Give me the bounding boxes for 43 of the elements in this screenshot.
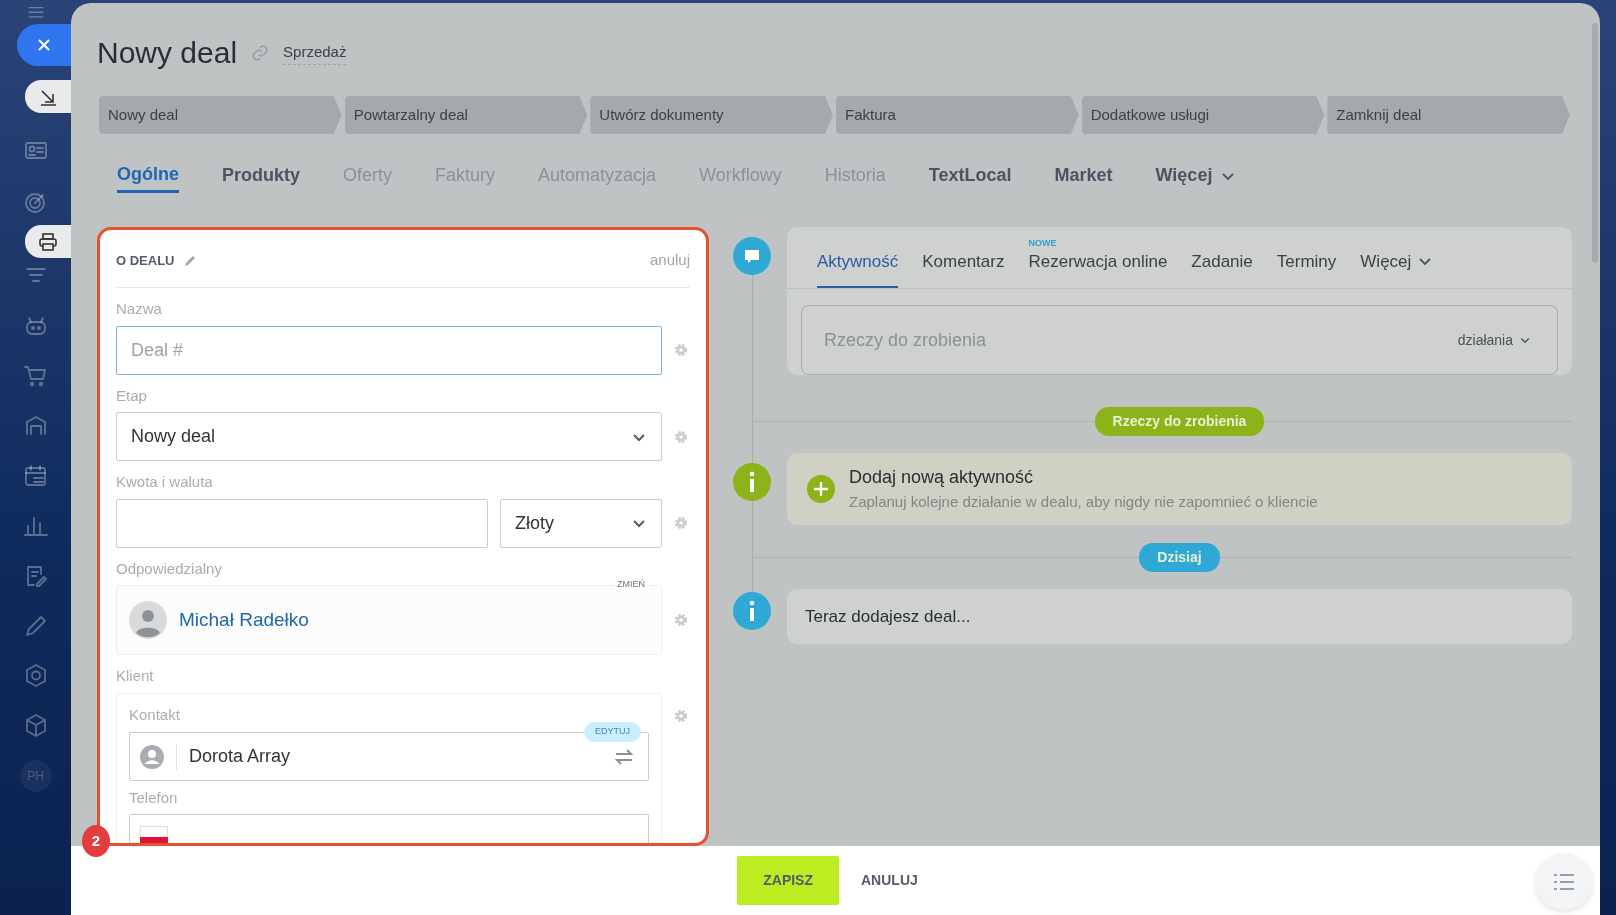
tab[interactable]: Aktywność	[817, 248, 899, 288]
field-label: Odpowiedzialny	[116, 558, 223, 579]
field-label: Kontakt	[129, 704, 181, 725]
add-activity-card[interactable]: Dodaj nową aktywność Zaplanuj kolejne działanie w dealu, aby nigdy nie zapomnieć o kliencie	[787, 453, 1572, 525]
user-link[interactable]: Michał Radełko	[179, 605, 309, 635]
edit-button[interactable]: EDYTUJ	[584, 722, 641, 742]
field-label: Telefon	[129, 788, 179, 808]
tab[interactable]: Market	[1054, 156, 1113, 193]
currency-select[interactable]: Złoty	[500, 498, 662, 548]
new-label: NOWE	[1028, 236, 1057, 250]
stage-step[interactable]: Powtarzalny deal	[344, 96, 588, 134]
tab[interactable]: Więcej	[1360, 248, 1434, 288]
field-label: Nazwa	[116, 299, 163, 319]
tab[interactable]: Zadanie	[1191, 248, 1253, 288]
text-input[interactable]: Deal #	[116, 325, 662, 375]
cancel-button[interactable]: ANULUJ	[855, 869, 924, 892]
page-title: Nowy deal	[97, 35, 238, 71]
stage-select[interactable]: Nowy deal	[116, 412, 662, 461]
section-title: O DEALU	[116, 251, 175, 270]
date-pill: Rzeczy do zrobienia	[1094, 406, 1265, 436]
field-label: Klient	[116, 666, 155, 686]
tab[interactable]: Produkty	[222, 156, 300, 193]
category-link[interactable]: Sprzedaż	[283, 40, 347, 66]
info-text: Teraz dodajesz deal...	[805, 605, 971, 628]
card-description: Zaplanuj kolejne działanie w dealu, aby nigdy nie zapomnieć o kliencie	[849, 492, 1318, 513]
stage-step[interactable]: Dodatkowe usługi	[1081, 96, 1325, 134]
stage-step[interactable]: Nowy deal	[99, 96, 342, 134]
stage-step[interactable]: Utwórz dokumenty	[590, 96, 833, 134]
stage-step[interactable]: Zamknij deal	[1327, 96, 1571, 134]
actions-dropdown[interactable]: działania	[1451, 328, 1537, 352]
date-pill: Dzisiaj	[1139, 542, 1220, 572]
save-button[interactable]: ZAPISZ	[737, 856, 839, 905]
tab[interactable]: Komentarz	[922, 248, 1005, 288]
field-label: Etap	[116, 385, 148, 406]
field-label: Kwota i waluta	[116, 472, 214, 492]
card-title: Dodaj nową aktywność	[849, 466, 1035, 490]
stage-step[interactable]: Faktura	[836, 96, 1079, 134]
tab[interactable]: Ogólne	[117, 156, 179, 193]
tab[interactable]: TextLocal	[928, 156, 1012, 193]
cancel-link[interactable]: anuluj	[649, 249, 690, 272]
todo-field[interactable]: Rzeczy do zrobienia działania	[801, 305, 1558, 375]
tab[interactable]: Więcej	[1155, 156, 1237, 193]
tab[interactable]: Terminy	[1276, 248, 1337, 288]
